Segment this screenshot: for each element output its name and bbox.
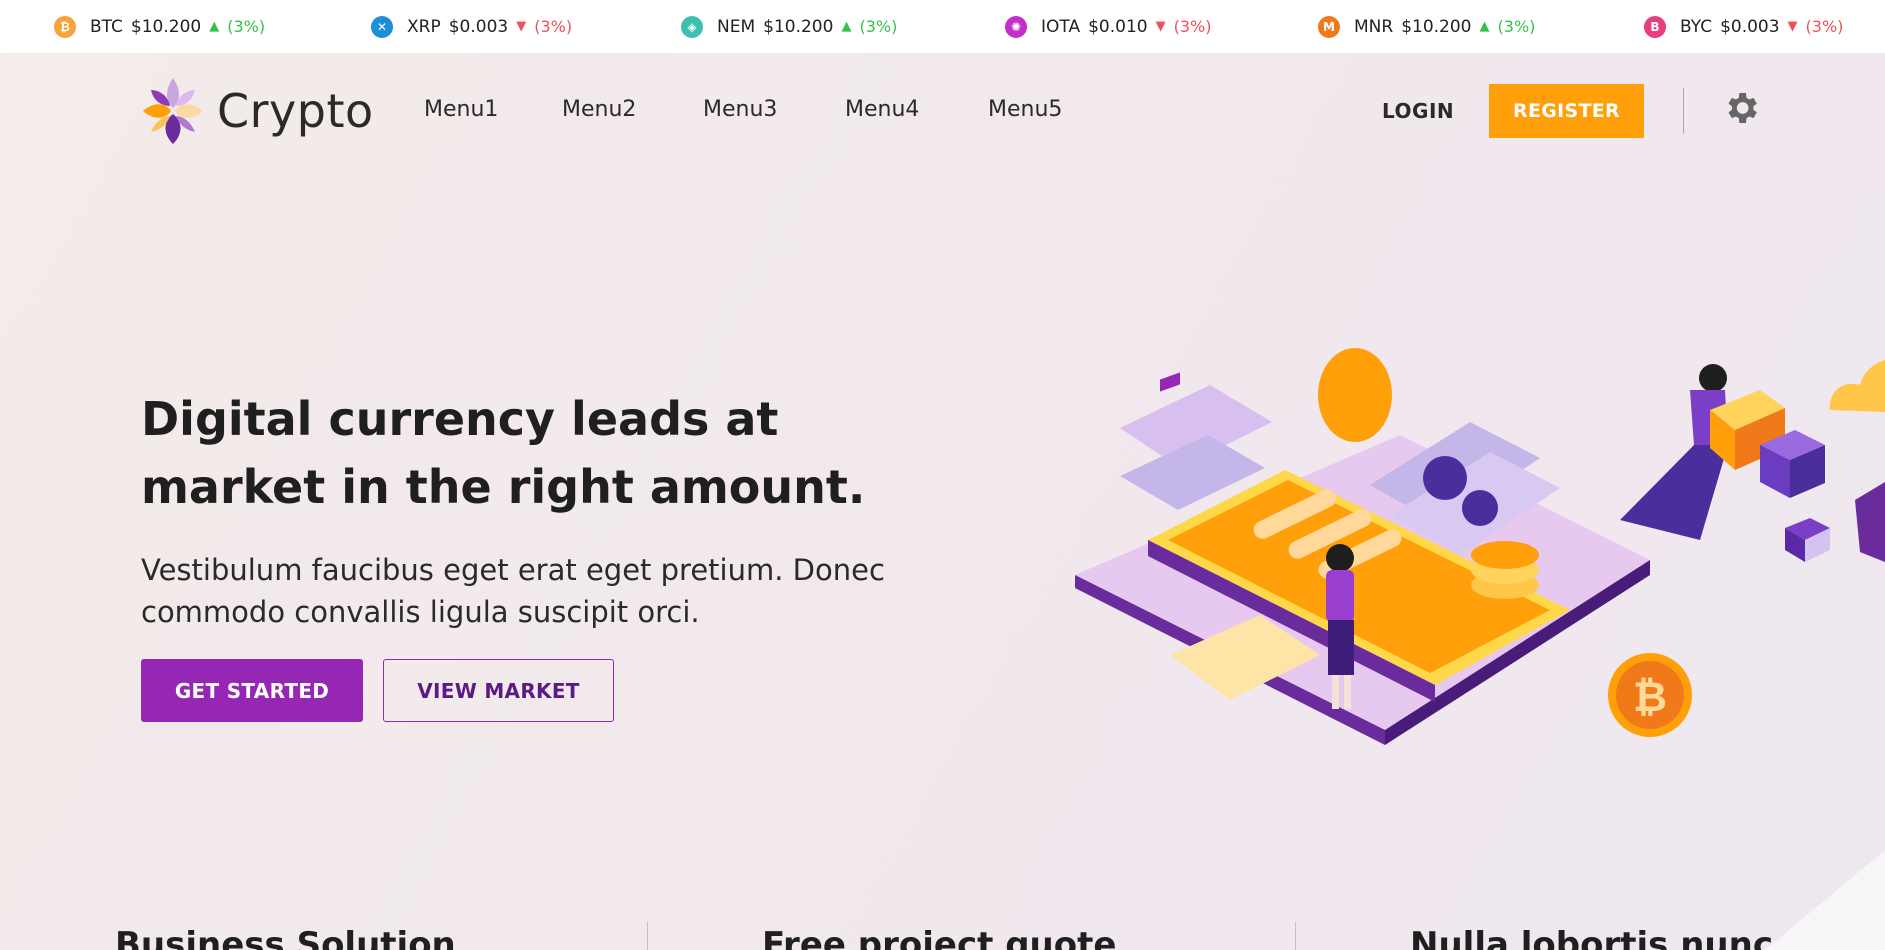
feature-title-nulla-lobortis: Nulla lobortis nunc <box>1410 925 1773 950</box>
ticker-item-xrp[interactable]: ✕ XRP $0.003 ▼ (3%) <box>371 0 572 53</box>
man-head <box>1699 364 1727 392</box>
card-chip <box>1160 372 1180 392</box>
ticker-price: $0.003 <box>1720 16 1780 37</box>
woman-skirt <box>1328 620 1354 675</box>
arrow-up-icon: ▲ <box>841 19 852 34</box>
bitcoin-coin-icon: ₿ <box>54 15 76 38</box>
monero-coin-icon: M <box>1318 15 1340 38</box>
ticker-symbol: BYC <box>1680 16 1713 37</box>
arrow-down-icon: ▼ <box>1787 19 1798 34</box>
arrow-up-icon: ▲ <box>1479 19 1490 34</box>
man-legs <box>1620 445 1728 540</box>
ticker-item-byc[interactable]: B BYC $0.003 ▼ (3%) <box>1644 0 1843 53</box>
header-divider <box>1683 88 1684 134</box>
ticker-item-nem[interactable]: ◈ NEM $10.200 ▲ (3%) <box>681 0 897 53</box>
ticker-symbol: XRP <box>407 16 441 37</box>
ticker-change: (3%) <box>859 17 898 36</box>
hero-title: Digital currency leads at market in the … <box>141 392 866 514</box>
ticker-item-mnr[interactable]: M MNR $10.200 ▲ (3%) <box>1318 0 1535 53</box>
ticker-price: $0.010 <box>1088 16 1148 37</box>
ticker-change: (3%) <box>1173 17 1212 36</box>
nav-menu1[interactable]: Menu1 <box>424 97 498 122</box>
ticker-change: (3%) <box>1497 17 1536 36</box>
nav-menu4[interactable]: Menu4 <box>845 97 919 122</box>
ticker-change: (3%) <box>227 17 266 36</box>
ticker-item-iota[interactable]: ✺ IOTA $0.010 ▼ (3%) <box>1005 0 1211 53</box>
iota-coin-icon: ✺ <box>1005 15 1027 38</box>
hero-subtitle: Vestibulum faucibus eget erat eget preti… <box>141 553 885 629</box>
flower-logo-icon <box>143 78 203 144</box>
login-link[interactable]: LOGIN <box>1382 99 1454 123</box>
nav-menu2[interactable]: Menu2 <box>562 97 636 122</box>
ticker-symbol: MNR <box>1354 16 1394 37</box>
ticker-price: $10.200 <box>763 16 834 37</box>
register-button[interactable]: REGISTER <box>1489 84 1644 138</box>
feature-divider <box>1295 922 1296 950</box>
price-ticker-bar: ₿ BTC $10.200 ▲ (3%) ✕ XRP $0.003 ▼ (3%)… <box>0 0 1885 53</box>
cloud-icon <box>1829 360 1885 412</box>
byc-coin-icon: B <box>1644 15 1666 38</box>
cube-edge <box>1855 482 1885 562</box>
ticker-change: (3%) <box>534 17 573 36</box>
nav-menu5[interactable]: Menu5 <box>988 97 1062 122</box>
arrow-down-icon: ▼ <box>516 19 527 34</box>
ticker-price: $0.003 <box>448 16 509 37</box>
ticker-change: (3%) <box>1805 17 1844 36</box>
ticker-symbol: BTC <box>90 16 123 37</box>
hero-illustration: ₿ <box>1075 348 1885 745</box>
get-started-button[interactable]: GET STARTED <box>141 659 363 722</box>
ticker-price: $10.200 <box>130 16 202 37</box>
dollar-coin-icon <box>1462 490 1498 526</box>
clock-icon <box>1318 348 1392 442</box>
gear-icon[interactable] <box>1721 88 1761 128</box>
ticker-symbol: NEM <box>717 16 756 37</box>
ticker-symbol: IOTA <box>1041 16 1081 37</box>
woman-head <box>1326 544 1354 572</box>
ticker-price: $10.200 <box>1401 16 1472 37</box>
feature-title-free-project-quote: Free project quote <box>762 925 1117 950</box>
svg-text:₿: ₿ <box>1633 672 1667 721</box>
arrow-up-icon: ▲ <box>209 19 220 34</box>
feature-divider <box>647 922 648 950</box>
nav-menu3[interactable]: Menu3 <box>703 97 777 122</box>
dollar-coin-icon <box>1423 456 1467 500</box>
feature-title-business-solution: Business Solution <box>115 925 456 950</box>
xrp-coin-icon: ✕ <box>371 15 393 38</box>
nem-coin-icon: ◈ <box>681 15 703 38</box>
brand-logo[interactable]: Crypto <box>141 76 374 146</box>
ticker-item-btc[interactable]: ₿ BTC $10.200 ▲ (3%) <box>54 0 265 53</box>
woman-body <box>1326 570 1354 622</box>
arrow-down-icon: ▼ <box>1155 19 1166 34</box>
view-market-button[interactable]: VIEW MARKET <box>383 659 614 722</box>
brand-name: Crypto <box>217 84 374 138</box>
